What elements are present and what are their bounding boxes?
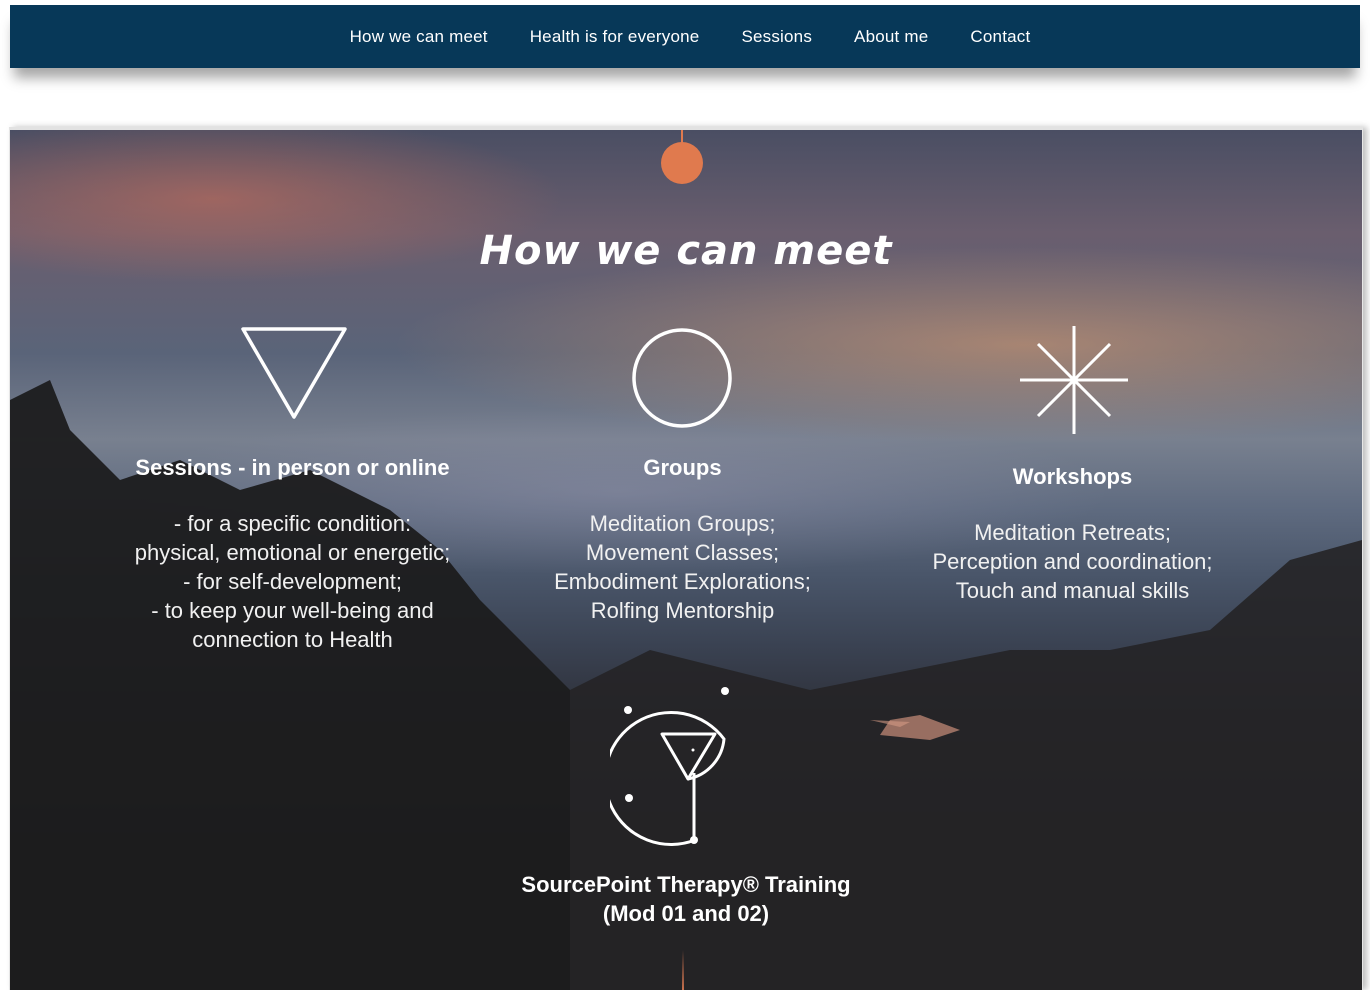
training-title: SourcePoint Therapy® Training xyxy=(521,872,851,897)
nav-item-how-we-can-meet[interactable]: How we can meet xyxy=(329,27,509,47)
sessions-column: Sessions - in person or online - for a s… xyxy=(95,455,490,654)
workshops-description: Meditation Retreats; Perception and coor… xyxy=(890,518,1255,605)
section-title: How we can meet xyxy=(479,228,893,274)
sessions-line: physical, emotional or energetic; xyxy=(134,540,451,565)
sourcepoint-logo-icon xyxy=(610,687,729,846)
workshops-line: Touch and manual skills xyxy=(955,578,1190,603)
workshops-heading[interactable]: Workshops xyxy=(890,464,1255,490)
sessions-line: - to keep your well-being and xyxy=(151,598,434,623)
nav-item-health-is-for-everyone[interactable]: Health is for everyone xyxy=(509,27,721,47)
training-caption[interactable]: SourcePoint Therapy® Training (Mod 01 an… xyxy=(10,870,1362,928)
groups-description: Meditation Groups; Movement Classes; Emb… xyxy=(510,509,855,625)
sessions-line: - for a specific condition: xyxy=(173,511,412,536)
groups-column: Groups Meditation Groups; Movement Class… xyxy=(510,455,855,625)
hero-section: How we can meet Sessions - in person or … xyxy=(9,127,1363,990)
accent-line-bottom xyxy=(682,950,684,990)
asterisk-icon xyxy=(1020,326,1128,434)
groups-line: Movement Classes; xyxy=(585,540,780,565)
nav-item-contact[interactable]: Contact xyxy=(949,27,1051,47)
nav-item-about-me[interactable]: About me xyxy=(833,27,949,47)
workshops-line: Perception and coordination; xyxy=(932,549,1213,574)
groups-line: Meditation Groups; xyxy=(589,511,776,536)
circle-icon xyxy=(632,328,732,428)
workshops-column: Workshops Meditation Retreats; Perceptio… xyxy=(890,464,1255,605)
training-modules: (Mod 01 and 02) xyxy=(602,901,770,926)
triangle-icon xyxy=(241,327,347,419)
accent-dot xyxy=(661,142,703,184)
sessions-line: connection to Health xyxy=(192,627,393,652)
groups-line: Embodiment Explorations; xyxy=(554,569,811,594)
sessions-description: - for a specific condition: physical, em… xyxy=(95,509,490,654)
sessions-line: - for self-development; xyxy=(183,569,402,594)
nav-item-sessions[interactable]: Sessions xyxy=(720,27,833,47)
groups-heading[interactable]: Groups xyxy=(510,455,855,481)
sessions-heading[interactable]: Sessions - in person or online xyxy=(95,455,490,481)
top-navbar: How we can meet Health is for everyone S… xyxy=(10,5,1360,68)
groups-line: Rolfing Mentorship xyxy=(590,598,775,623)
workshops-line: Meditation Retreats; xyxy=(974,520,1171,545)
nav-menu: How we can meet Health is for everyone S… xyxy=(329,27,1052,47)
